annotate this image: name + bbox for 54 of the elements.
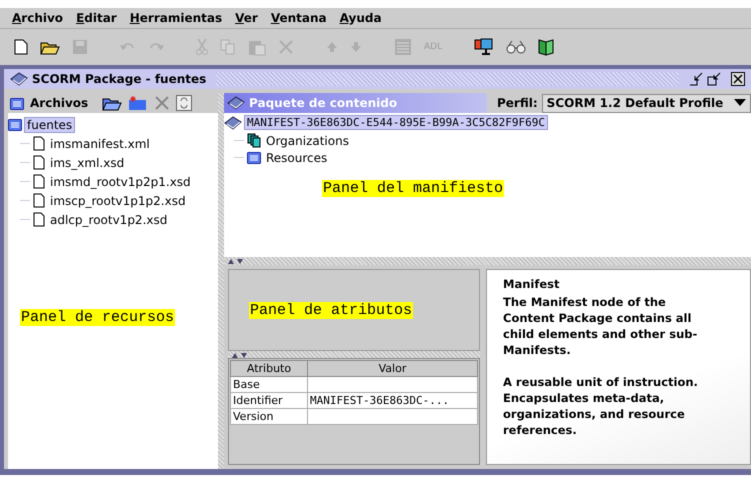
annotation-label: Panel del manifiesto — [322, 180, 504, 197]
refresh-icon[interactable] — [176, 95, 192, 111]
file-icon — [33, 136, 45, 151]
profile-dropdown[interactable]: SCORM 1.2 Default Profile — [542, 94, 751, 112]
file-icon — [33, 193, 45, 208]
panel-title: Paquete de contenido — [249, 96, 398, 110]
menu-item[interactable]: Ayuda — [340, 11, 382, 25]
tree-item[interactable]: adlcp_rootv1p2.xsd — [48, 212, 170, 226]
book-icon[interactable] — [538, 38, 554, 56]
new-icon[interactable] — [14, 39, 28, 55]
split-arrows-icon[interactable] — [232, 352, 248, 358]
tree-item[interactable]: ims_xml.xsd — [48, 156, 126, 170]
menu-item[interactable]: Herramientas — [130, 11, 222, 25]
minimize-icon[interactable] — [689, 72, 703, 86]
tree-item[interactable]: imsmanifest.xml — [48, 136, 152, 150]
table-cell: Identifier — [230, 392, 308, 408]
column-header[interactable]: Atributo — [230, 360, 308, 376]
book-icon — [10, 72, 28, 86]
tree-item[interactable]: MANIFEST-36E863DC-E544-895E-B99A-3C5C82F9F69C — [245, 116, 548, 129]
folder-icon — [247, 151, 261, 164]
annotation-label: Panel de recursos — [20, 309, 176, 326]
description-text: A reusable unit of instruction. Encapsulates meta-data, organizations, and resource references. — [503, 374, 699, 438]
close-icon[interactable] — [731, 72, 745, 86]
stacked-pages-icon — [247, 133, 261, 148]
menu-item[interactable]: Editar — [76, 11, 117, 25]
tree-item[interactable]: fuentes — [25, 118, 74, 132]
file-icon — [33, 174, 45, 189]
column-header[interactable]: Valor — [308, 360, 478, 376]
menu-item[interactable]: Archivo — [12, 11, 64, 25]
tree-item[interactable]: imscp_rootv1p1p2.xsd — [48, 194, 188, 208]
annotation-label: Panel de atributos — [249, 302, 414, 318]
table-cell: Base — [230, 376, 308, 392]
split-arrows-icon[interactable] — [228, 258, 244, 264]
menu-item[interactable]: Ver — [235, 11, 258, 25]
dropdown-arrow-icon — [734, 99, 746, 107]
file-icon — [33, 155, 45, 170]
description-title: Manifest — [503, 276, 560, 292]
book-icon — [227, 96, 245, 110]
table-cell: MANIFEST-36E863DC-... — [308, 392, 478, 408]
menu-item[interactable]: Ventana — [270, 11, 327, 25]
tree-item[interactable]: imsmd_rootv1p2p1.xsd — [48, 174, 193, 188]
panel-title: Archivos — [30, 96, 88, 110]
new-folder-icon[interactable] — [128, 95, 148, 111]
description-text: The Manifest node of the Content Package contains all child elements and other sub-Manifests. — [503, 294, 698, 358]
table-cell: Version — [230, 408, 308, 424]
window-title: SCORM Package - fuentes — [32, 72, 206, 86]
file-icon — [33, 212, 45, 227]
binoculars-icon[interactable] — [506, 40, 526, 54]
tree-item[interactable]: Organizations — [264, 134, 351, 148]
maximize-icon[interactable] — [707, 72, 721, 86]
tree-item[interactable]: Resources — [264, 150, 330, 164]
folder-icon — [10, 96, 24, 110]
profile-label: Perfil: — [497, 96, 538, 110]
monitor-icon[interactable] — [474, 38, 494, 56]
